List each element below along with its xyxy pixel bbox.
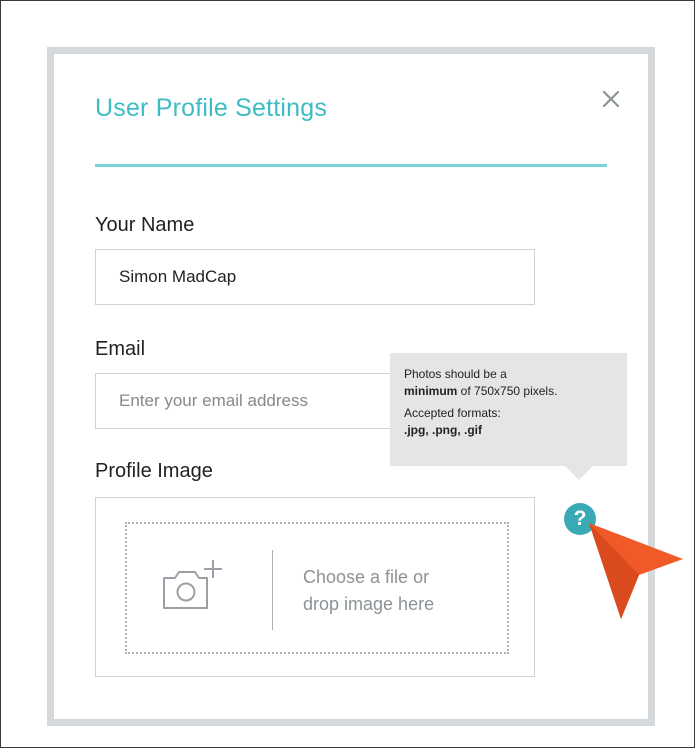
profile-image-label: Profile Image [95,460,213,482]
dropzone-separator [272,550,273,630]
tooltip-line2-bold: minimum [404,384,458,398]
screenshot-frame: User Profile Settings Your Name Email Pr… [0,0,695,748]
dropzone-text-line1: Choose a file or [303,567,430,587]
name-label: Your Name [95,214,195,236]
tooltip-line1: Photos should be a [404,367,507,381]
name-input[interactable] [95,249,535,305]
image-requirements-tooltip: Photos should be a minimum of 750x750 pi… [390,353,627,466]
dialog-title: User Profile Settings [95,94,328,122]
tooltip-line4: .jpg, .png, .gif [404,423,482,437]
dropzone-text: Choose a file or drop image here [303,564,434,618]
title-divider [95,164,607,167]
dropzone-text-line2: drop image here [303,594,435,614]
tooltip-arrow [565,466,593,480]
tooltip-line2: minimum of 750x750 pixels. [404,383,627,400]
image-dropzone[interactable]: Choose a file or drop image here [125,522,509,654]
tooltip-line2-rest: of 750x750 pixels. [457,384,558,398]
close-icon[interactable] [596,84,626,114]
tooltip-line3: Accepted formats: [404,406,501,420]
upload-box: Choose a file or drop image here [95,497,535,677]
camera-add-icon [163,560,222,609]
pointer-arrow-icon [589,523,683,619]
email-label: Email [95,338,146,360]
